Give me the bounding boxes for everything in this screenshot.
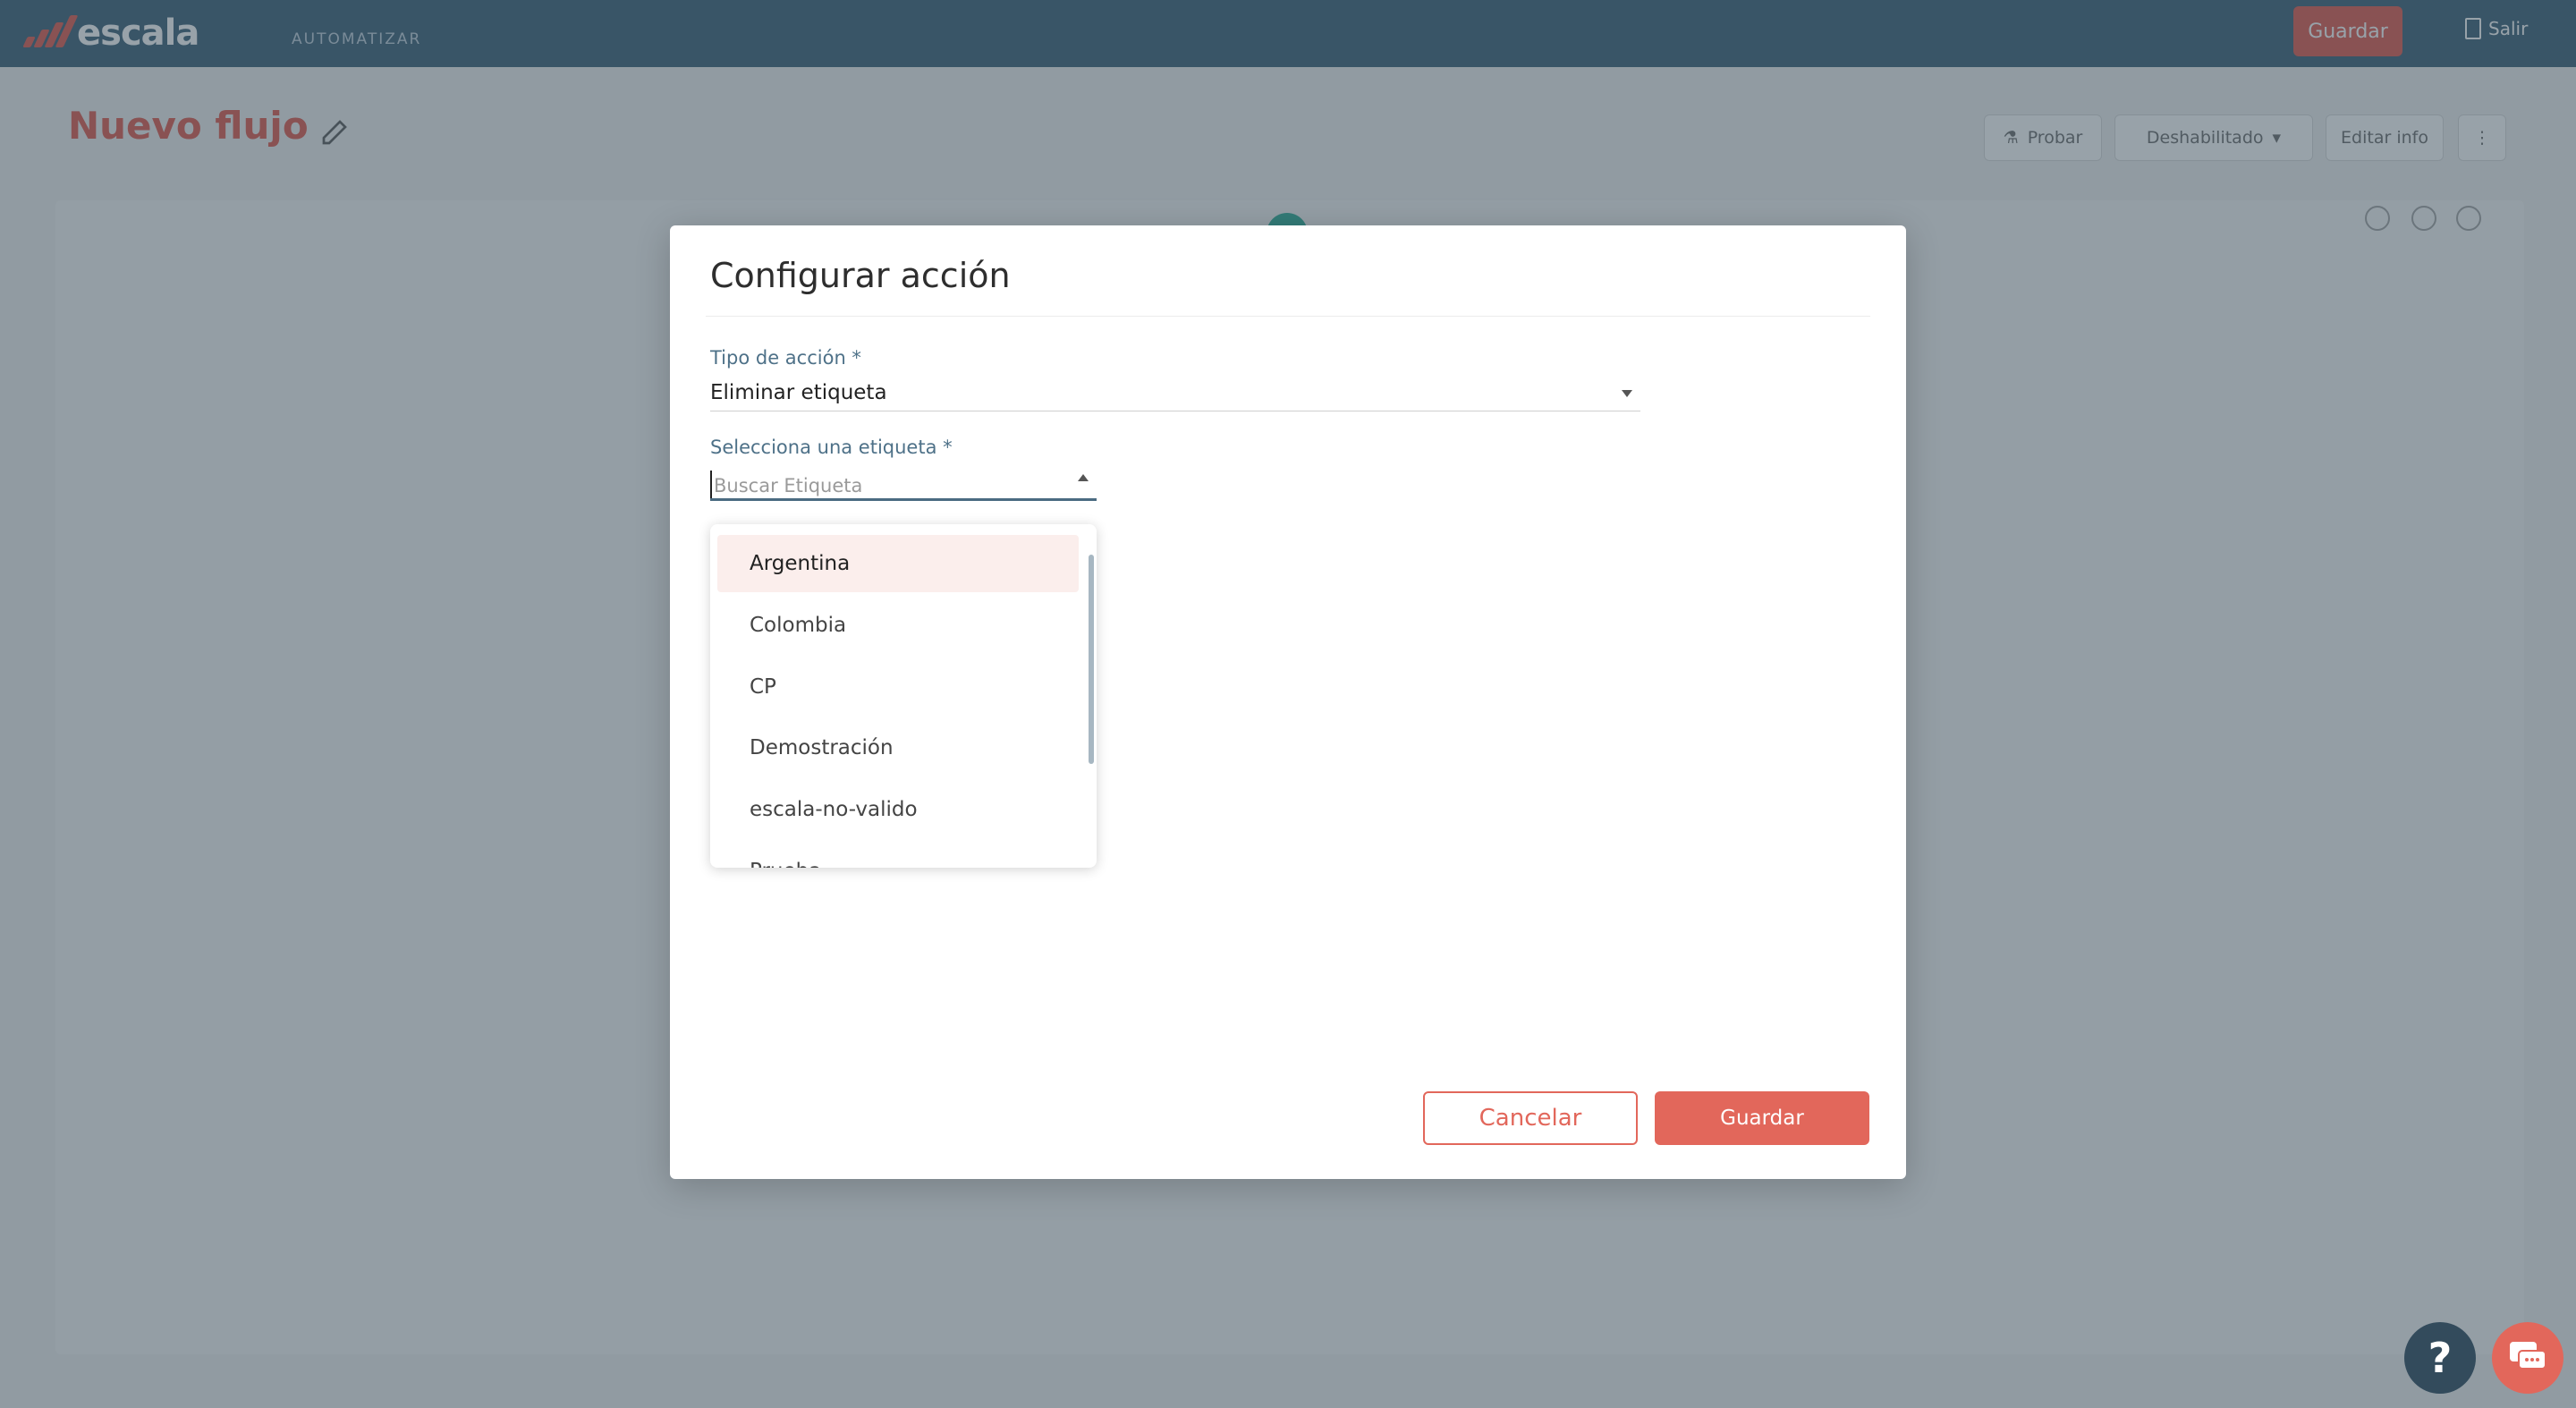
tag-option-cp[interactable]: CP	[717, 658, 1079, 716]
tag-options-dropdown[interactable]: Argentina Colombia CP Demostración escal…	[710, 524, 1097, 868]
caret-down-icon	[1622, 390, 1632, 397]
configure-action-dialog: Configurar acción Tipo de acción * Elimi…	[670, 225, 1906, 1179]
save-button[interactable]: Guardar	[1655, 1091, 1869, 1145]
action-type-value: Eliminar etiqueta	[710, 381, 887, 404]
tag-option-prueba[interactable]: Prueba	[717, 843, 1079, 868]
tag-option-escala-no-valido[interactable]: escala-no-valido	[717, 781, 1079, 838]
dropdown-scrollbar[interactable]	[1089, 555, 1094, 764]
tag-search-input[interactable]	[710, 471, 1095, 501]
action-type-select[interactable]: Eliminar etiqueta	[710, 374, 1640, 410]
tag-option-demostracion[interactable]: Demostración	[717, 719, 1079, 776]
help-button[interactable]: ?	[2404, 1322, 2476, 1394]
dialog-title: Configurar acción	[710, 256, 1011, 295]
tag-search-underline	[710, 498, 1097, 501]
chat-button[interactable]	[2492, 1322, 2563, 1394]
tag-option-colombia[interactable]: Colombia	[717, 597, 1079, 654]
chat-bubble-icon	[2510, 1342, 2546, 1370]
dialog-divider	[706, 316, 1870, 317]
tag-select-label: Selecciona una etiqueta *	[710, 437, 953, 458]
action-type-label: Tipo de acción *	[710, 347, 861, 369]
cancel-button[interactable]: Cancelar	[1423, 1091, 1638, 1145]
tag-option-argentina[interactable]: Argentina	[717, 535, 1079, 592]
caret-up-icon[interactable]	[1078, 474, 1089, 481]
